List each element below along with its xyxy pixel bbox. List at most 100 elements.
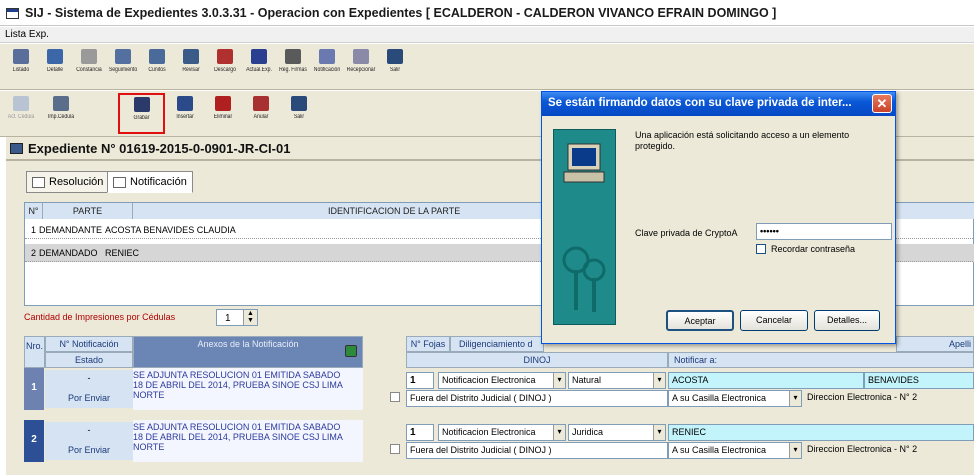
row-number[interactable]: 2 — [24, 420, 44, 462]
stamp-icon — [149, 49, 165, 64]
seguimiento-button[interactable]: Seguimiento — [106, 47, 140, 87]
book-icon — [81, 49, 97, 64]
col-n-notificacion: N° Notificación — [45, 336, 133, 352]
aceptar-button[interactable]: Aceptar — [666, 310, 734, 331]
title-bar: SIJ - Sistema de Expedientes 3.0.3.31 - … — [0, 0, 974, 26]
n-notificacion-cell: - — [45, 370, 133, 388]
reg-firmas-button[interactable]: Reg. Firmas — [276, 47, 310, 87]
password-field[interactable]: •••••• — [756, 223, 892, 240]
discharge-icon — [217, 49, 233, 64]
dinoj-checkbox[interactable] — [390, 444, 400, 454]
signing-dialog: Se están firmando datos con su clave pri… — [541, 91, 896, 344]
direccion-field: Direccion Electronica - N° 2 — [807, 444, 918, 454]
cancelar-button[interactable]: Cancelar — [740, 310, 808, 331]
refresh-icon — [13, 96, 29, 111]
eliminar-button[interactable]: Eliminar — [206, 94, 240, 134]
detalles-button[interactable]: Detalles... — [814, 310, 880, 331]
notification-icon — [113, 177, 126, 188]
fojas-input[interactable]: 1 — [406, 424, 434, 441]
security-key-icon — [553, 129, 616, 325]
apellido-field[interactable]: BENAVIDES — [864, 372, 974, 389]
fojas-input[interactable]: 1 — [406, 372, 434, 389]
casilla-select[interactable]: A su Casilla Electronica — [668, 442, 802, 459]
fuera-distrito-field: Fuera del Distrito Judicial ( DINOJ ) — [406, 390, 668, 407]
expediente-title: Expediente N° 01619-2015-0-0901-JR-CI-01 — [28, 141, 291, 156]
imp-cedula-button[interactable]: Imp.Cédula — [44, 94, 78, 134]
casilla-select[interactable]: A su Casilla Electronica — [668, 390, 802, 407]
resolution-icon — [32, 177, 45, 188]
review-icon — [183, 49, 199, 64]
tipo-notificacion-select[interactable]: Notificacion Electronica — [438, 424, 566, 441]
salir-2-button[interactable]: Salir — [282, 94, 316, 134]
signature-icon — [285, 49, 301, 64]
persona-select[interactable]: Juridica — [568, 424, 666, 441]
list-icon — [13, 49, 29, 64]
notificacion-button[interactable]: Notificación — [310, 47, 344, 87]
detalle-button[interactable]: Detalle — [38, 47, 72, 87]
dialog-title: Se están firmando datos con su clave pri… — [542, 92, 895, 116]
tab-resolucion[interactable]: Resolución — [26, 171, 110, 193]
update-icon — [251, 49, 267, 64]
impresiones-stepper[interactable]: 1 ▲ ▼ — [216, 309, 258, 326]
menu-bar: Lista Exp. — [0, 27, 974, 43]
direccion-field: Direccion Electronica - N° 2 — [807, 392, 918, 402]
cunitos-button[interactable]: Cuñitos — [140, 47, 174, 87]
tracking-icon — [115, 49, 131, 64]
close-icon[interactable]: ✕ — [872, 94, 892, 113]
refresh-icon[interactable] — [345, 345, 357, 357]
remember-checkbox[interactable] — [756, 244, 766, 254]
estado-cell: Por Enviar — [45, 440, 133, 460]
col-anexos: Anexos de la Notificación — [133, 336, 363, 368]
actual-exp-button[interactable]: Actual.Exp. — [242, 47, 276, 87]
grabar-button[interactable]: Grabar — [118, 93, 165, 134]
anexos-cell[interactable]: SE ADJUNTA RESOLUCION 01 EMITIDA SABADO 1… — [133, 368, 363, 410]
dialog-message: Una aplicación está solicitando acceso a… — [635, 130, 850, 151]
anexos-cell[interactable]: SE ADJUNTA RESOLUCION 01 EMITIDA SABADO 1… — [133, 420, 363, 462]
print-icon — [53, 96, 69, 111]
window-title: SIJ - Sistema de Expedientes 3.0.3.31 - … — [25, 6, 777, 20]
tab-notificacion[interactable]: Notificación — [107, 171, 193, 193]
act-cedula-button[interactable]: Act. Cédula — [4, 94, 38, 134]
cancel-icon — [253, 96, 269, 111]
exit-icon — [387, 49, 403, 64]
row-number[interactable]: 1 — [24, 368, 44, 410]
col-apellido: Apelli — [896, 336, 974, 352]
main-toolbar: Listado Detalle Constancia Seguimiento C… — [0, 44, 974, 90]
partes-col-n: N° — [25, 203, 43, 219]
delete-icon — [215, 96, 231, 111]
constancia-button[interactable]: Constancia — [72, 47, 106, 87]
stepper-arrows-icon[interactable]: ▲ ▼ — [243, 310, 257, 325]
n-notificacion-cell: - — [45, 422, 133, 440]
listado-button[interactable]: Listado — [4, 47, 38, 87]
remember-label: Recordar contraseña — [771, 244, 856, 254]
exit-icon — [291, 96, 307, 111]
recepcionar-button[interactable]: Recepcionar — [344, 47, 378, 87]
app-window-icon — [6, 8, 19, 19]
computer-key-illustration — [562, 143, 606, 312]
persona-select[interactable]: Natural — [568, 372, 666, 389]
salir-button[interactable]: Salir — [378, 47, 412, 87]
tipo-notificacion-select[interactable]: Notificacion Electronica — [438, 372, 566, 389]
revisar-button[interactable]: Revisar — [174, 47, 208, 87]
dinoj-checkbox[interactable] — [390, 392, 400, 402]
insert-icon — [177, 96, 193, 111]
partes-col-parte: PARTE — [43, 203, 133, 219]
menu-lista-exp[interactable]: Lista Exp. — [5, 29, 49, 40]
notification-icon — [319, 49, 335, 64]
key-label: Clave privada de CryptoA — [635, 228, 738, 238]
insertar-button[interactable]: Insertar — [168, 94, 202, 134]
nombre-field[interactable]: RENIEC — [668, 424, 974, 441]
save-icon — [133, 97, 150, 112]
col-notificar-a: Notificar a: — [668, 352, 974, 368]
expediente-icon — [10, 143, 23, 154]
estado-cell: Por Enviar — [45, 388, 133, 408]
descargo-button[interactable]: Descargo — [208, 47, 242, 87]
col-dinoj: DINOJ — [406, 352, 668, 368]
nombre-field[interactable]: ACOSTA — [668, 372, 864, 389]
detail-icon — [47, 49, 63, 64]
fuera-distrito-field: Fuera del Distrito Judicial ( DINOJ ) — [406, 442, 668, 459]
receive-icon — [353, 49, 369, 64]
col-estado: Estado — [45, 352, 133, 368]
anular-button[interactable]: Anular — [244, 94, 278, 134]
col-fojas: N° Fojas — [406, 336, 450, 352]
